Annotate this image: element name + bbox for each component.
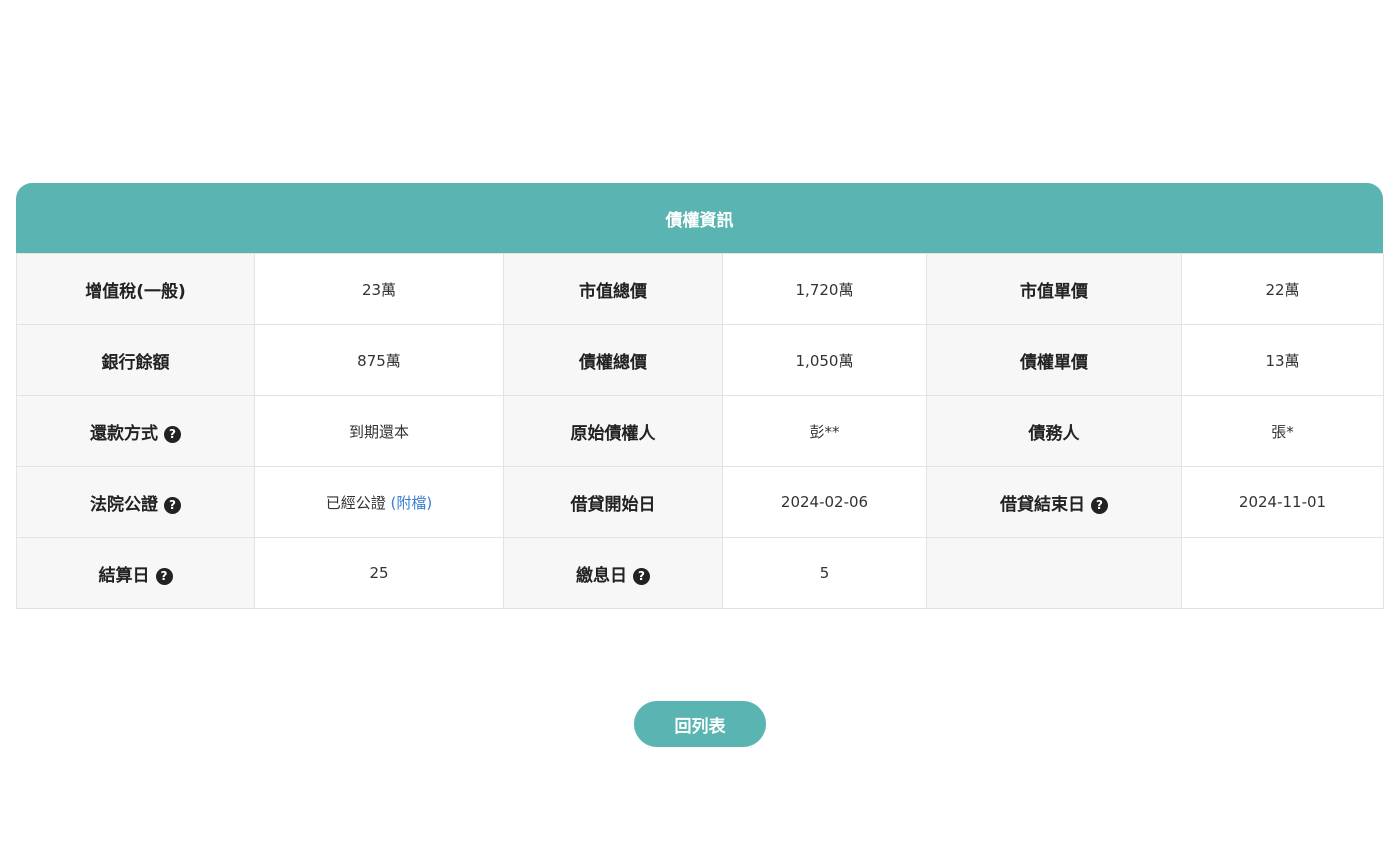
- field-label-cell: 原始債權人: [503, 395, 723, 467]
- field-value: 到期還本: [348, 422, 409, 441]
- field-value-cell: 已經公證 (附檔): [254, 466, 504, 538]
- field-label-cell: 還款方式?: [16, 395, 255, 467]
- field-value-cell: 彭**: [722, 395, 927, 467]
- info-table: 增值稅(一般) 23萬 市值總價 1,720萬 市值單價 22萬銀行餘額 875萬 債權總價 1…: [16, 253, 1384, 609]
- field-label-cell: 市值單價: [926, 253, 1182, 325]
- field-label-cell: 增值稅(一般): [16, 253, 255, 325]
- field-value-cell: 張*: [1181, 395, 1384, 467]
- field-label-cell: 市值總價: [503, 253, 723, 325]
- field-label: 還款方式: [90, 423, 158, 444]
- field-label-cell: 結算日?: [16, 537, 255, 609]
- field-label: 債權總價: [579, 352, 647, 373]
- field-value-cell: 5: [722, 537, 927, 609]
- field-label: 法院公證: [90, 494, 158, 515]
- field-label: 借貸結束日: [1000, 494, 1085, 515]
- field-value: 1,720萬: [795, 280, 854, 299]
- question-circle-icon[interactable]: ?: [164, 425, 181, 443]
- field-value: 23萬: [361, 280, 397, 299]
- question-circle-icon[interactable]: ?: [164, 496, 181, 514]
- field-label-cell: 借貸結束日?: [926, 466, 1182, 538]
- table-row: 還款方式? 到期還本 原始債權人 彭** 債務人 張*: [16, 395, 1384, 467]
- back-to-list-button[interactable]: 回列表: [634, 701, 766, 747]
- field-value: 25: [369, 564, 389, 582]
- field-label: 增值稅(一般): [85, 281, 186, 302]
- table-row: 法院公證? 已經公證 (附檔) 借貸開始日 2024-02-06 借貸結束日? 2024-…: [16, 466, 1384, 538]
- field-label: 市值總價: [579, 281, 647, 302]
- question-circle-icon[interactable]: ?: [155, 567, 173, 585]
- field-label: 結算日: [98, 565, 150, 586]
- field-label: 借貸開始日: [570, 494, 656, 515]
- field-value-cell: 2024-02-06: [722, 466, 927, 538]
- field-value-cell: 23萬: [254, 253, 504, 325]
- field-value-cell: 到期還本: [254, 395, 504, 467]
- field-label-cell: 法院公證?: [16, 466, 255, 538]
- field-label: 債權單價: [1020, 352, 1088, 373]
- attachment-link[interactable]: (附檔): [391, 494, 433, 512]
- field-value: 彭**: [809, 422, 840, 441]
- field-value-cell: 1,720萬: [722, 253, 927, 325]
- field-label-cell: [926, 537, 1182, 609]
- field-value-cell: 1,050萬: [722, 324, 927, 396]
- field-value: 13萬: [1265, 351, 1300, 370]
- field-label-cell: 債權單價: [926, 324, 1182, 396]
- field-value: 5: [819, 564, 830, 582]
- field-value: 875萬: [357, 351, 401, 370]
- field-value-cell: 875萬: [254, 324, 504, 396]
- field-value: 2024-02-06: [780, 493, 869, 511]
- field-label-cell: 銀行餘額: [16, 324, 255, 396]
- field-value-cell: 25: [254, 537, 504, 609]
- field-value: 22萬: [1265, 280, 1300, 299]
- field-label: 債務人: [1028, 423, 1080, 444]
- card-title: 債權資訊: [16, 183, 1383, 253]
- field-label: 銀行餘額: [101, 352, 170, 373]
- field-value-cell: 22萬: [1181, 253, 1384, 325]
- table-row: 增值稅(一般) 23萬 市值總價 1,720萬 市值單價 22萬: [16, 253, 1384, 325]
- field-value: 已經公證: [325, 493, 386, 512]
- field-value: 張*: [1271, 422, 1294, 441]
- table-row: 銀行餘額 875萬 債權總價 1,050萬 債權單價 13萬: [16, 324, 1384, 396]
- field-label-cell: 債權總價: [503, 324, 723, 396]
- field-value: 2024-11-01: [1238, 493, 1327, 511]
- field-label: 繳息日: [576, 565, 627, 586]
- question-circle-icon[interactable]: ?: [633, 567, 650, 585]
- field-value-cell: 2024-11-01: [1181, 466, 1384, 538]
- field-value-cell: [1181, 537, 1384, 609]
- field-value: 1,050萬: [795, 351, 854, 370]
- question-circle-icon[interactable]: ?: [1091, 496, 1108, 514]
- table-row: 結算日? 25 繳息日? 5: [16, 537, 1384, 609]
- creditor-info-card: 債權資訊 增值稅(一般) 23萬 市值總價 1,720萬 市值單價 22萬銀行餘額 875萬…: [16, 183, 1384, 609]
- field-value-cell: 13萬: [1181, 324, 1384, 396]
- field-label: 市值單價: [1020, 281, 1088, 302]
- field-label: 原始債權人: [570, 423, 656, 444]
- field-label-cell: 債務人: [926, 395, 1182, 467]
- field-label-cell: 借貸開始日: [503, 466, 723, 538]
- field-label-cell: 繳息日?: [503, 537, 723, 609]
